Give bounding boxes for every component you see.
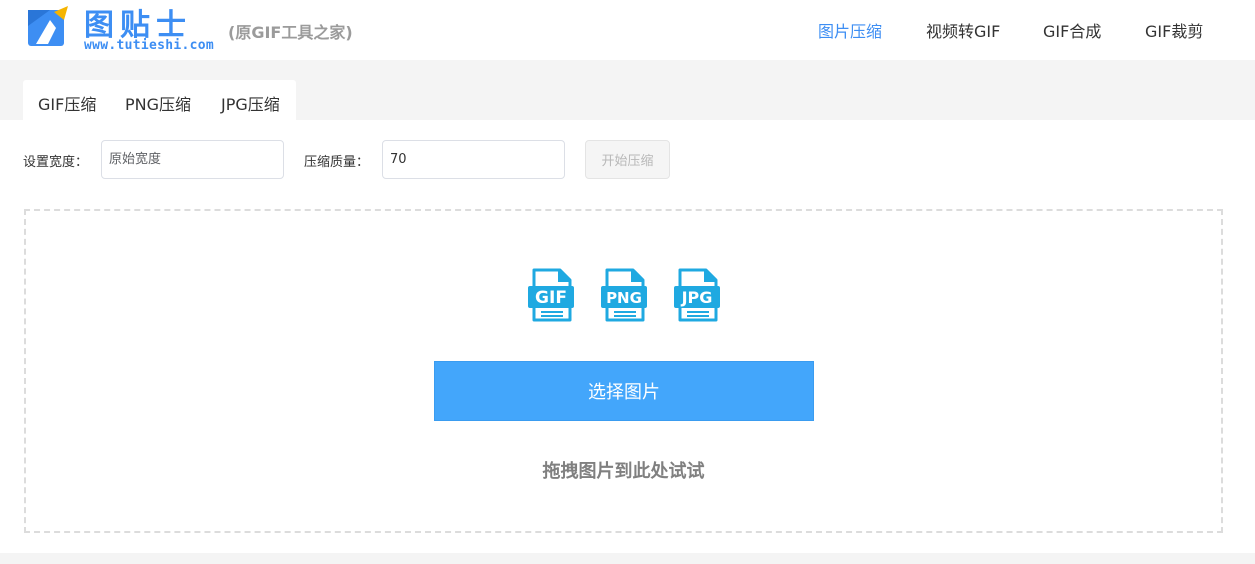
upload-dropzone[interactable]: GIF PNG JPG 选择图片 拖拽图片到此处试试 bbox=[24, 209, 1223, 533]
png-file-icon: PNG bbox=[601, 268, 647, 322]
nav-gif-compose[interactable]: GIF合成 bbox=[1043, 18, 1101, 42]
footer-strip bbox=[0, 553, 1255, 564]
gif-icon-text: GIF bbox=[535, 288, 567, 308]
nav-image-compress[interactable]: 图片压缩 bbox=[818, 18, 882, 42]
png-icon-text: PNG bbox=[606, 289, 642, 307]
select-image-button[interactable]: 选择图片 bbox=[434, 361, 814, 421]
site-header: 图贴士 www.tutieshi.com (原GIF工具之家) 图片压缩 视频转… bbox=[0, 0, 1255, 60]
quality-input[interactable] bbox=[382, 140, 565, 179]
quality-label: 压缩质量： bbox=[304, 155, 370, 170]
jpg-icon-text: JPG bbox=[681, 288, 713, 307]
width-label: 设置宽度： bbox=[23, 155, 89, 170]
main-nav: 图片压缩 视频转GIF GIF合成 GIF裁剪 bbox=[0, 18, 1255, 42]
tab-jpg-compress[interactable]: JPG压缩 bbox=[221, 91, 280, 115]
tab-gif-compress[interactable]: GIF压缩 bbox=[38, 91, 96, 115]
compress-panel: 设置宽度： 压缩质量： 开始压缩 GIF PNG bbox=[0, 120, 1255, 553]
nav-video-to-gif[interactable]: 视频转GIF bbox=[926, 18, 1000, 42]
start-compress-button[interactable]: 开始压缩 bbox=[585, 140, 670, 179]
jpg-file-icon: JPG bbox=[674, 268, 720, 322]
drag-drop-hint: 拖拽图片到此处试试 bbox=[542, 461, 705, 482]
width-input[interactable] bbox=[101, 140, 284, 179]
tab-png-compress[interactable]: PNG压缩 bbox=[125, 91, 191, 115]
nav-gif-crop[interactable]: GIF裁剪 bbox=[1145, 18, 1203, 42]
gif-file-icon: GIF bbox=[528, 268, 574, 322]
